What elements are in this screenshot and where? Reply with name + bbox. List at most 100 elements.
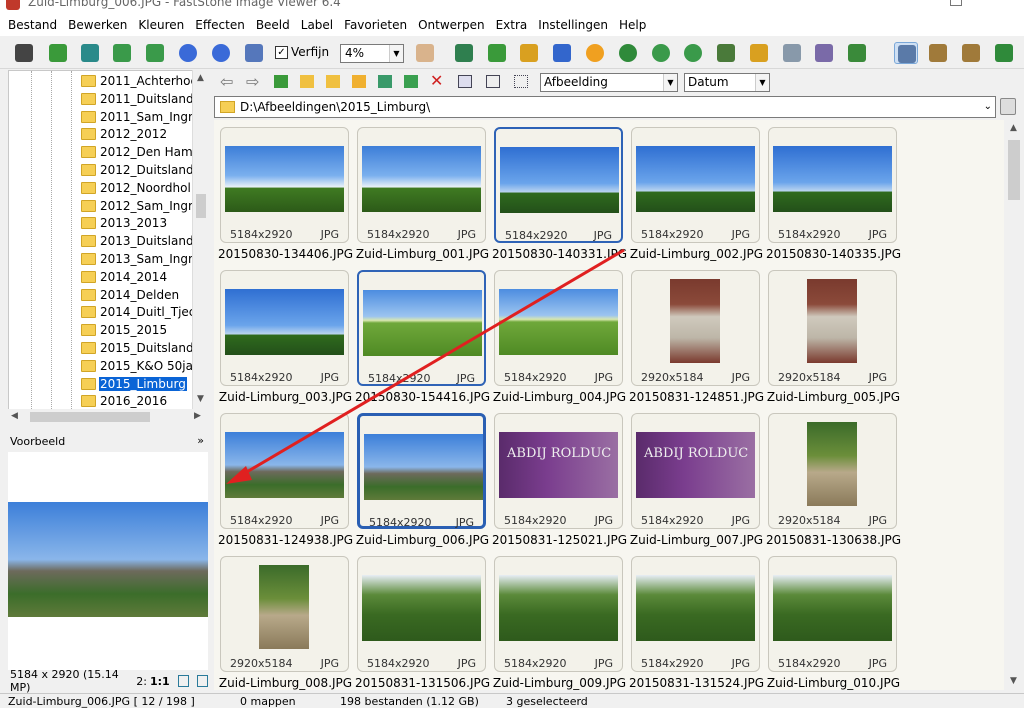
thumbnail-item[interactable]: 5184x2920 JPG Zuid-Limburg_006.JPG bbox=[356, 413, 489, 556]
person-button[interactable] bbox=[616, 42, 640, 64]
menu-effecten[interactable]: Effecten bbox=[195, 18, 245, 32]
copy-to-button[interactable] bbox=[485, 42, 509, 64]
trash-icon[interactable] bbox=[1000, 98, 1016, 115]
zoom-out-button[interactable] bbox=[209, 42, 233, 64]
thumbnail-frame[interactable]: 2920x5184 JPG bbox=[220, 556, 349, 672]
fullscreen-preview-icon[interactable] bbox=[196, 675, 208, 687]
sort-select[interactable]: Afbeelding ▼ bbox=[540, 73, 678, 92]
thumbnail-item[interactable]: 5184x2920 JPG 20150831-131524.JPG bbox=[629, 556, 764, 690]
thumbnail-frame[interactable]: 5184x2920 JPG bbox=[220, 413, 349, 529]
menu-instellingen[interactable]: Instellingen bbox=[538, 18, 608, 32]
refine-checkbox[interactable]: ✓ Verfijn bbox=[275, 45, 329, 59]
tree-folder-item[interactable]: 2016_2016 bbox=[81, 392, 168, 409]
chevron-down-icon[interactable]: ⌄ bbox=[984, 97, 992, 117]
close-icon[interactable] bbox=[996, 0, 1008, 6]
tree-folder-item[interactable]: 2012_Duitsland_Oo bbox=[81, 161, 207, 179]
thumbnail-item[interactable]: 5184x2920 JPG Zuid-Limburg_001.JPG bbox=[356, 127, 489, 270]
camera-button[interactable] bbox=[12, 42, 36, 64]
thumbnail-frame[interactable]: 5184x2920 JPG bbox=[631, 556, 760, 672]
thumbnail-frame[interactable]: 5184x2920 JPG bbox=[768, 127, 897, 243]
thumbnail-frame[interactable]: 5184x2920 JPG bbox=[631, 127, 760, 243]
print-button[interactable] bbox=[812, 42, 836, 64]
move-icon[interactable] bbox=[404, 75, 418, 88]
menu-kleuren[interactable]: Kleuren bbox=[138, 18, 184, 32]
tree-folder-item[interactable]: 2015_Limburg bbox=[81, 375, 187, 393]
maximize-icon[interactable] bbox=[950, 0, 962, 6]
thumbnails-view-icon[interactable] bbox=[458, 75, 472, 88]
thumbnail-frame[interactable]: 5184x2920 JPG bbox=[357, 127, 486, 243]
thumbnail-frame[interactable]: 5184x2920 JPG bbox=[220, 127, 349, 243]
thumbnail-frame[interactable]: 5184x2920 JPG bbox=[494, 556, 623, 672]
favorites-icon[interactable] bbox=[326, 75, 340, 88]
nav-back-icon[interactable]: ⇦ bbox=[220, 72, 233, 91]
tree-folder-item[interactable]: 2013_2013 bbox=[81, 214, 168, 232]
thumbnail-frame[interactable]: 5184x2920 JPG bbox=[357, 413, 486, 529]
delete-icon[interactable]: ✕ bbox=[430, 71, 443, 90]
scanner-button[interactable] bbox=[780, 42, 804, 64]
thumbnail-frame[interactable]: 5184x2920 JPG bbox=[357, 556, 486, 672]
email-button[interactable] bbox=[845, 42, 869, 64]
tree-folder-item[interactable]: 2011_Achterhoek bbox=[81, 72, 206, 90]
brightness-button[interactable] bbox=[583, 42, 607, 64]
layout-preview-button[interactable] bbox=[959, 42, 983, 64]
rotate-left-button[interactable] bbox=[649, 42, 673, 64]
list-view-icon[interactable] bbox=[486, 75, 500, 88]
chevron-down-icon[interactable]: ▼ bbox=[197, 394, 204, 404]
menu-favorieten[interactable]: Favorieten bbox=[344, 18, 407, 32]
chevron-right-icon[interactable]: ▶ bbox=[194, 411, 201, 421]
menu-help[interactable]: Help bbox=[619, 18, 646, 32]
layout-split-button[interactable] bbox=[926, 42, 950, 64]
tree-folder-item[interactable]: 2014_2014 bbox=[81, 268, 168, 286]
crop-button[interactable] bbox=[550, 42, 574, 64]
thumbnail-frame[interactable]: 2920x5184 JPG bbox=[768, 413, 897, 529]
thumbnail-item[interactable]: 2920x5184 JPG Zuid-Limburg_005.JPG bbox=[767, 270, 900, 413]
tree-folder-item[interactable]: 2012_Den Ham bbox=[81, 143, 194, 161]
slideshow-button[interactable] bbox=[747, 42, 771, 64]
scroll-thumb[interactable] bbox=[196, 194, 206, 218]
thumbnail-item[interactable]: 5184x2920 JPG 20150830-140331.JPG bbox=[492, 127, 627, 270]
tree-vertical-scrollbar[interactable]: ▲ ▼ bbox=[192, 70, 208, 410]
menu-ontwerpen[interactable]: Ontwerpen bbox=[418, 18, 485, 32]
thumbnail-frame[interactable]: 5184x2920 JPG bbox=[220, 270, 349, 386]
scroll-thumb[interactable] bbox=[1008, 140, 1020, 200]
date-select[interactable]: Datum ▼ bbox=[684, 73, 770, 92]
folder-up-icon[interactable] bbox=[274, 75, 288, 88]
thumbnail-item[interactable]: 5184x2920 JPG 20150831-131506.JPG bbox=[355, 556, 490, 690]
forward-button[interactable] bbox=[143, 42, 167, 64]
thumbnail-item[interactable]: 5184x2920 JPG 20150830-154416.JPG bbox=[355, 270, 490, 413]
menu-label[interactable]: Label bbox=[301, 18, 333, 32]
menu-beeld[interactable]: Beeld bbox=[256, 18, 290, 32]
copy-icon[interactable] bbox=[378, 75, 392, 88]
actual-size-link[interactable]: 1:1 bbox=[150, 675, 170, 688]
move-to-button[interactable] bbox=[517, 42, 541, 64]
thumbnail-item[interactable]: 5184x2920 JPG Zuid-Limburg_010.JPG bbox=[767, 556, 900, 690]
thumbnail-item[interactable]: 5184x2920 JPG Zuid-Limburg_002.JPG bbox=[630, 127, 763, 270]
thumbnail-frame[interactable]: 5184x2920 JPG bbox=[494, 127, 623, 243]
hand-tool-button[interactable] bbox=[413, 42, 437, 64]
tree-folder-item[interactable]: 2012_Sam_Ingrid_ bbox=[81, 197, 207, 215]
tree-horizontal-scrollbar[interactable]: ◀ ▶ bbox=[8, 409, 208, 425]
tree-folder-item[interactable]: 2011_Sam_Ingrid_ bbox=[81, 108, 207, 126]
filmstrip-button[interactable] bbox=[452, 42, 476, 64]
save-button[interactable] bbox=[78, 42, 102, 64]
thumbnail-item[interactable]: 2920x5184 JPG Zuid-Limburg_008.JPG bbox=[219, 556, 352, 690]
back-button[interactable] bbox=[110, 42, 134, 64]
folder-icon[interactable] bbox=[300, 75, 314, 88]
chevron-up-icon[interactable]: ▲ bbox=[197, 73, 204, 83]
thumbnail-item[interactable]: 2920x5184 JPG 20150831-124851.JPG bbox=[629, 270, 764, 413]
thumbnail-item[interactable]: 5184x2920 JPG 20150830-134406.JPG bbox=[218, 127, 353, 270]
tree-folder-item[interactable]: 2012_2012 bbox=[81, 125, 168, 143]
details-view-icon[interactable] bbox=[514, 75, 528, 88]
menu-bestand[interactable]: Bestand bbox=[8, 18, 57, 32]
path-input[interactable]: D:\Afbeeldingen\2015_Limburg\ ⌄ bbox=[214, 96, 996, 118]
thumbnail-item[interactable]: 5184x2920 JPG 20150830-140335.JPG bbox=[766, 127, 901, 270]
tree-folder-item[interactable]: 2013_Duitsland_oc bbox=[81, 232, 207, 250]
rotate-right-button[interactable] bbox=[681, 42, 705, 64]
tree-folder-item[interactable]: 2014_Duitl_Tjechie bbox=[81, 303, 207, 321]
thumbnail-frame[interactable]: ABDIJ ROLDUC 5184x2920 JPG bbox=[631, 413, 760, 529]
thumbnail-frame[interactable]: 5184x2920 JPG bbox=[494, 270, 623, 386]
scroll-thumb[interactable] bbox=[30, 412, 150, 422]
thumbnail-item[interactable]: 5184x2920 JPG 20150831-124938.JPG bbox=[218, 413, 353, 556]
thumbnail-item[interactable]: 5184x2920 JPG Zuid-Limburg_003.JPG bbox=[219, 270, 352, 413]
thumbnail-item[interactable]: 5184x2920 JPG Zuid-Limburg_004.JPG bbox=[493, 270, 626, 413]
